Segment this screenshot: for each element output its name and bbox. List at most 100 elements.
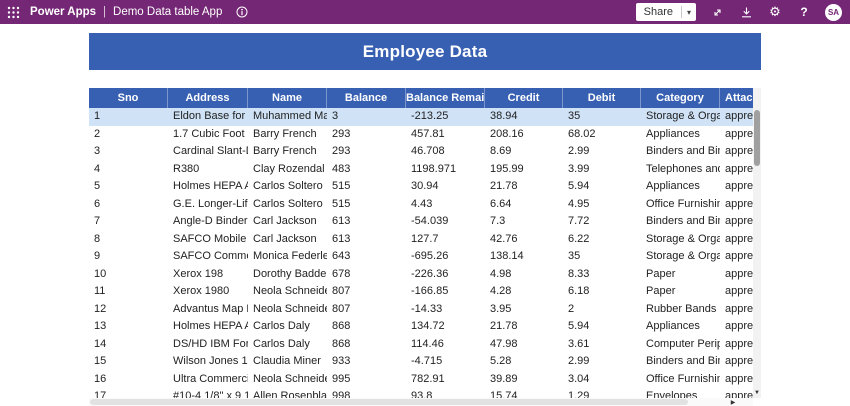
- settings-icon[interactable]: ⚙: [767, 4, 783, 20]
- table-cell: 5.28: [490, 355, 512, 367]
- column-header[interactable]: Name: [248, 88, 327, 108]
- table-cell: 6.22: [568, 232, 590, 245]
- table-row[interactable]: 14 DS/HD IBM For... Carlos Daly 868 114.46 47…: [89, 336, 753, 354]
- table-cell: 6.18: [568, 285, 590, 297]
- table-row[interactable]: 9 SAFCO Commer... Monica Federle 643 -695.26…: [89, 248, 753, 266]
- table-cell: Telephones and ...: [646, 162, 720, 175]
- table-cell: Paper: [646, 285, 676, 297]
- table-cell: 21.78: [490, 180, 518, 192]
- table-cell: 1: [94, 110, 101, 122]
- table-cell: Claudia Miner: [253, 355, 321, 367]
- table-cell: 4: [94, 162, 101, 175]
- table-row[interactable]: 8 SAFCO Mobile D... Carl Jackson 613 127.7 42…: [89, 231, 753, 249]
- table-cell: 14: [94, 337, 107, 350]
- table-cell: appres:: [725, 267, 753, 280]
- fit-to-screen-icon[interactable]: [709, 4, 725, 20]
- table-cell: 5.94: [568, 180, 590, 192]
- table-cell: G.E. Longer-Life ...: [173, 197, 248, 210]
- column-header[interactable]: Debit: [563, 88, 641, 108]
- download-icon[interactable]: [738, 4, 754, 20]
- table-cell: Office Furnishings: [646, 197, 720, 210]
- table-cell: appres:: [725, 355, 753, 367]
- table-cell: Barry French: [253, 145, 317, 157]
- table-cell: 4.98: [490, 267, 512, 280]
- table-cell: Holmes HEPA Ai...: [173, 180, 248, 192]
- table-cell: 293: [332, 127, 351, 140]
- table-cell: Binders and Bin...: [646, 145, 720, 157]
- table-cell: 868: [332, 320, 351, 332]
- table-row[interactable]: 10 Xerox 198 Dorothy Badders 678 -226.36 4.98…: [89, 266, 753, 284]
- chevron-down-icon[interactable]: ▾: [682, 8, 696, 17]
- table-cell: Carlos Soltero: [253, 180, 323, 192]
- table-cell: Paper: [646, 267, 676, 280]
- column-header[interactable]: Credit: [485, 88, 563, 108]
- column-header[interactable]: Balance Remaini...: [406, 88, 485, 108]
- table-cell: 8.33: [568, 267, 590, 280]
- table-cell: Office Furnishings: [646, 372, 720, 385]
- column-header[interactable]: Address: [168, 88, 248, 108]
- table-row[interactable]: 17 #10-4 1/8" x 9 1/... Allen Rosenblatt 99…: [89, 388, 753, 398]
- table-cell: Eldon Base for s...: [173, 110, 248, 122]
- table-cell: Angle-D Binders ...: [173, 215, 248, 227]
- scroll-right-button[interactable]: ▶: [727, 398, 739, 406]
- table-cell: 3: [94, 145, 101, 157]
- vertical-scrollbar[interactable]: ▼: [753, 88, 761, 398]
- column-header[interactable]: Balance: [327, 88, 406, 108]
- table-row[interactable]: 16 Ultra Commerci... Neola Schneider 995 782…: [89, 371, 753, 389]
- app-canvas: Employee Data Sno Address Name Balance Balan…: [0, 24, 850, 406]
- table-cell: Wilson Jones 1" ...: [173, 355, 248, 367]
- table-cell: appres:: [725, 320, 753, 332]
- table-cell: Appliances: [646, 320, 700, 332]
- table-cell: Envelopes: [646, 390, 698, 398]
- table-cell: appres:: [725, 197, 753, 210]
- app-title: Power Apps | Demo Data table App: [30, 6, 222, 18]
- table-row[interactable]: 4 R380 Clay Rozendal 483 1198.971 195.99 3.99 T…: [89, 161, 753, 179]
- horizontal-scroll-thumb[interactable]: [90, 399, 688, 405]
- scroll-down-button[interactable]: ▼: [753, 388, 761, 398]
- app-launcher-icon[interactable]: [0, 0, 26, 24]
- info-icon[interactable]: [236, 6, 248, 18]
- table-body: 1 Eldon Base for s... Muhammed Ma... 3 -213.…: [89, 108, 753, 398]
- table-row[interactable]: 11 Xerox 1980 Neola Schneider 807 -166.85 4.2…: [89, 283, 753, 301]
- table-cell: appres:: [725, 110, 753, 122]
- table-row[interactable]: 1 Eldon Base for s... Muhammed Ma... 3 -213.…: [89, 108, 753, 126]
- table-cell: 613: [332, 215, 351, 227]
- table-cell: appres:: [725, 232, 753, 245]
- table-cell: -166.85: [411, 285, 449, 297]
- table-cell: 8.69: [490, 145, 512, 157]
- table-cell: 7: [94, 215, 101, 227]
- table-row[interactable]: 7 Angle-D Binders ... Carl Jackson 613 -54.0…: [89, 213, 753, 231]
- table-cell: 782.91: [411, 372, 445, 385]
- table-row[interactable]: 13 Holmes HEPA Ai... Carlos Daly 868 134.72 2…: [89, 318, 753, 336]
- avatar[interactable]: SA: [825, 3, 842, 21]
- table-row[interactable]: 3 Cardinal Slant-D... Barry French 293 46.70…: [89, 143, 753, 161]
- table-row[interactable]: 2 1.7 Cubic Foot C... Barry French 293 457.8…: [89, 126, 753, 144]
- column-header[interactable]: Sno: [89, 88, 168, 108]
- table-cell: Cardinal Slant-D...: [173, 145, 248, 157]
- table-row[interactable]: 12 Advantus Map P... Neola Schneider 807 -14…: [89, 301, 753, 319]
- table-cell: 114.46: [411, 337, 444, 350]
- table-cell: Xerox 198: [173, 267, 224, 280]
- header-actions: Share ▾ ⚙ ? SA: [635, 3, 850, 21]
- table-cell: 4.28: [490, 285, 512, 297]
- table-cell: 138.14: [490, 250, 524, 262]
- table-cell: appres:: [725, 145, 753, 157]
- column-header[interactable]: Attachments: [720, 88, 753, 108]
- table-cell: 12: [94, 302, 107, 315]
- share-button[interactable]: Share ▾: [635, 3, 696, 21]
- table-cell: 807: [332, 285, 351, 297]
- table-cell: 208.16: [490, 127, 524, 140]
- column-header[interactable]: Category: [641, 88, 720, 108]
- table-cell: Binders and Bin...: [646, 355, 720, 367]
- table-cell: Holmes HEPA Ai...: [173, 320, 248, 332]
- help-icon[interactable]: ?: [796, 4, 812, 20]
- table-header: SnoAddressNameBalanceBalance Remaini...C…: [89, 88, 753, 108]
- table-row[interactable]: 6 G.E. Longer-Life ... Carlos Soltero 515 4.…: [89, 196, 753, 214]
- table-cell: Neola Schneider: [253, 372, 327, 385]
- horizontal-scrollbar[interactable]: ▶: [89, 398, 753, 406]
- table-cell: Carlos Daly: [253, 320, 310, 332]
- table-cell: 15.74: [490, 390, 518, 398]
- vertical-scroll-thumb[interactable]: [754, 110, 760, 166]
- table-row[interactable]: 15 Wilson Jones 1" ... Claudia Miner 933 -4.…: [89, 353, 753, 371]
- table-row[interactable]: 5 Holmes HEPA Ai... Carlos Soltero 515 30.94…: [89, 178, 753, 196]
